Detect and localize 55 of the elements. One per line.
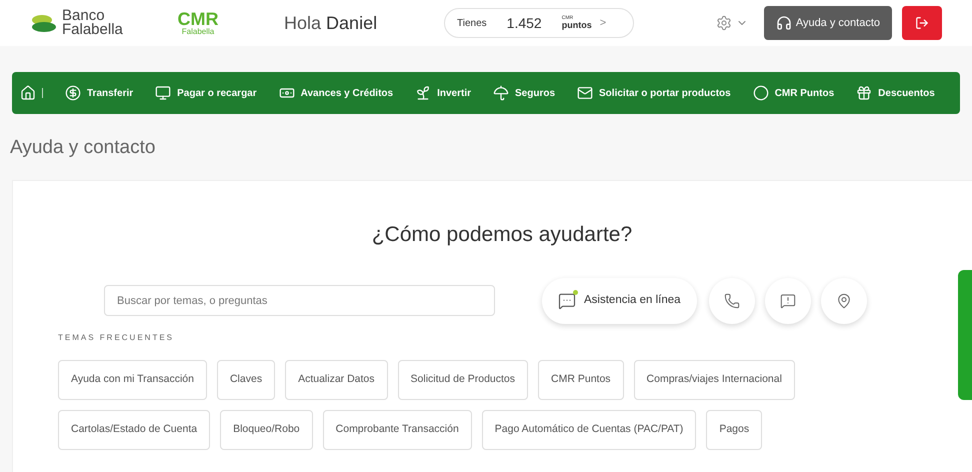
home-icon [20, 85, 36, 101]
phone-button[interactable] [708, 278, 755, 324]
settings-icon[interactable] [716, 15, 732, 31]
monitor-icon [155, 85, 172, 101]
page-title: Ayuda y contacto [10, 137, 156, 158]
leaf-logo-icon [30, 12, 58, 34]
dollar-icon [65, 85, 81, 101]
heading: ¿Cómo podemos ayudarte? [372, 223, 632, 246]
topic-chip[interactable]: Pago Automático de Cuentas (PAC/PAT) [482, 410, 696, 450]
gift-icon [856, 85, 872, 101]
points-unit: puntos [562, 21, 592, 30]
topic-chip[interactable]: Ayuda con mi Transacción [58, 360, 207, 400]
envelope-icon [577, 85, 594, 101]
umbrella-icon [493, 85, 509, 101]
chat-icon [558, 292, 576, 310]
nav-item[interactable]: CMR Puntos [752, 85, 834, 101]
section-label: TEMAS FRECUENTES [58, 332, 174, 342]
greeting: Hola Daniel [284, 12, 378, 32]
location-button[interactable] [820, 278, 867, 324]
nav-item[interactable]: Transferir [65, 85, 134, 101]
arrow-text: > [600, 16, 606, 31]
nav-item[interactable]: Seguros [493, 85, 556, 101]
topic-chip[interactable]: Pagos [706, 410, 762, 450]
topic-chip[interactable]: Claves [216, 360, 276, 400]
headset-icon [776, 15, 792, 31]
points-label: Tienes [457, 16, 487, 30]
logo-text: Falabella [62, 23, 123, 37]
alert-icon [780, 292, 796, 308]
logo-text: Falabella [182, 28, 214, 36]
search-field[interactable]: Buscar por temas, o preguntas [104, 285, 495, 316]
plant-icon [415, 85, 432, 101]
topic-chip[interactable]: Actualizar Datos [285, 360, 388, 400]
nav-item[interactable]: Pagar o recargar [155, 85, 257, 101]
topic-chip[interactable]: Solicitud de Productos [398, 360, 528, 400]
logout-icon [915, 16, 929, 30]
points-value: 1.452 [506, 14, 542, 32]
nav-item[interactable]: Descuentos [856, 85, 935, 101]
topic-chip[interactable]: CMR Puntos [538, 360, 624, 400]
alert-button[interactable] [764, 278, 811, 324]
circle-icon [752, 85, 769, 101]
nav-item[interactable]: Invertir [415, 85, 471, 101]
nav-item[interactable]: Avances y Créditos [278, 85, 394, 101]
logo-text: Banco [62, 9, 105, 23]
topic-chip[interactable]: Bloqueo/Robo [220, 410, 313, 450]
topic-chip[interactable]: Cartolas/Estado de Cuenta [58, 410, 210, 450]
topic-chip[interactable]: Comprobante Transacción [322, 410, 472, 450]
chat-button[interactable]: Asistencia en línea [542, 278, 697, 324]
topic-chip[interactable]: Compras/viajes Internacional [634, 360, 795, 400]
logout-button[interactable] [902, 6, 942, 40]
location-icon [836, 292, 852, 308]
phone-icon [724, 292, 740, 308]
nav-item[interactable] [20, 85, 43, 101]
logo-text: CMR [178, 10, 218, 28]
nav-item[interactable]: Solicitar o portar productos [577, 85, 731, 101]
help-button[interactable]: Ayuda y contacto [764, 6, 892, 40]
